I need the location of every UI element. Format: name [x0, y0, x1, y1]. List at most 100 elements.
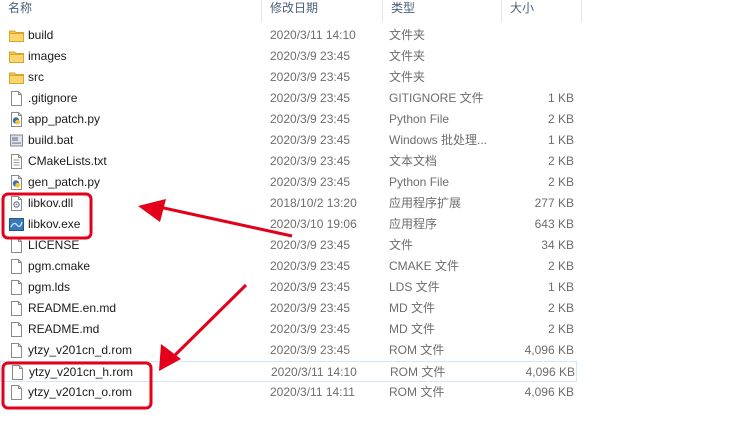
- file-name: CMakeLists.txt: [28, 154, 107, 168]
- file-type: Python File: [389, 175, 450, 189]
- file-type: CMAKE 文件: [389, 259, 460, 273]
- folder-icon: [9, 51, 24, 63]
- file-type: 应用程序: [389, 217, 438, 231]
- file-row[interactable]: CMakeLists.txt 2020/3/9 23:45 文本文档 2 KB: [0, 151, 577, 172]
- file-size: 2 KB: [547, 322, 574, 336]
- file-date-modified: 2020/3/9 23:45: [270, 91, 351, 105]
- file-name: README.en.md: [28, 301, 117, 315]
- file-row[interactable]: README.md 2020/3/9 23:45 MD 文件 2 KB: [0, 319, 577, 340]
- file-type: 文件: [389, 238, 414, 252]
- batch-file-icon: [10, 134, 23, 147]
- file-date-modified: 2020/3/9 23:45: [270, 49, 351, 63]
- column-header-size[interactable]: 大小: [502, 0, 580, 22]
- file-row[interactable]: LICENSE 2020/3/9 23:45 文件 34 KB: [0, 235, 577, 256]
- file-name: ytzy_v201cn_o.rom: [28, 385, 133, 399]
- folder-icon: [9, 30, 24, 42]
- file-date-modified: 2020/3/9 23:45: [270, 154, 351, 168]
- file-name: LICENSE: [28, 238, 80, 252]
- file-row[interactable]: src 2020/3/9 23:45 文件夹: [0, 67, 577, 88]
- file-name: build.bat: [28, 133, 74, 147]
- file-icon: [11, 385, 22, 400]
- file-size: 2 KB: [547, 112, 574, 126]
- file-type: ROM 文件: [389, 343, 445, 357]
- file-size: 277 KB: [534, 196, 574, 210]
- file-row[interactable]: pgm.cmake 2020/3/9 23:45 CMAKE 文件 2 KB: [0, 256, 577, 277]
- text-file-icon: [11, 154, 22, 169]
- file-row[interactable]: build.bat 2020/3/9 23:45 Windows 批处理... 1 K…: [0, 130, 577, 151]
- file-icon: [11, 238, 22, 253]
- file-row[interactable]: build 2020/3/11 14:10 文件夹: [0, 25, 577, 46]
- file-row[interactable]: app_patch.py 2020/3/9 23:45 Python File 2 K…: [0, 109, 577, 130]
- file-row[interactable]: .gitignore 2020/3/9 23:45 GITIGNORE 文件 1 KB: [0, 88, 577, 109]
- file-size: 2 KB: [547, 259, 574, 273]
- file-date-modified: 2020/3/9 23:45: [270, 175, 351, 189]
- file-size: 2 KB: [547, 154, 574, 168]
- file-icon: [12, 365, 23, 380]
- file-icon: [11, 322, 22, 337]
- file-date-modified: 2020/3/9 23:45: [270, 301, 351, 315]
- column-header-bar: 名称 修改日期 类型 大小: [0, 0, 582, 22]
- column-header-name[interactable]: 名称: [0, 0, 258, 22]
- python-file-icon: [11, 112, 22, 127]
- file-size: [505, 67, 574, 88]
- file-row[interactable]: images 2020/3/9 23:45 文件夹: [0, 46, 577, 67]
- column-divider[interactable]: [581, 0, 582, 22]
- file-row[interactable]: libkov.exe 2020/3/10 19:06 应用程序 643 KB: [0, 214, 577, 235]
- file-date-modified: 2020/3/10 19:06: [270, 217, 357, 231]
- python-file-icon: [11, 175, 22, 190]
- file-name: libkov.dll: [28, 196, 74, 210]
- folder-icon: [9, 72, 24, 84]
- file-type: Python File: [389, 112, 450, 126]
- file-row[interactable]: ytzy_v201cn_h.rom 2020/3/11 14:10 ROM 文件 4,…: [0, 361, 577, 382]
- file-date-modified: 2020/3/9 23:45: [270, 112, 351, 126]
- file-type: 应用程序扩展: [389, 196, 462, 210]
- file-date-modified: 2020/3/9 23:45: [270, 70, 351, 84]
- file-name: pgm.cmake: [28, 259, 91, 273]
- file-name: build: [28, 28, 54, 42]
- file-name: ytzy_v201cn_h.rom: [29, 365, 134, 379]
- file-name: gen_patch.py: [28, 175, 101, 189]
- file-size: [505, 25, 574, 46]
- file-icon: [11, 280, 22, 295]
- column-header-date[interactable]: 修改日期: [262, 0, 382, 22]
- file-icon: [11, 91, 22, 106]
- file-type: MD 文件: [389, 301, 435, 315]
- file-name: .gitignore: [28, 91, 78, 105]
- file-date-modified: 2020/3/11 14:11: [270, 385, 355, 399]
- file-size: 2 KB: [547, 301, 574, 315]
- file-size: [505, 46, 574, 67]
- file-size: 4,096 KB: [524, 385, 574, 399]
- file-type: ROM 文件: [389, 385, 445, 399]
- file-size: 34 KB: [541, 238, 574, 252]
- file-size: 1 KB: [547, 91, 574, 105]
- file-date-modified: 2020/3/9 23:45: [270, 280, 351, 294]
- file-row[interactable]: gen_patch.py 2020/3/9 23:45 Python File 2 K…: [0, 172, 577, 193]
- file-date-modified: 2020/3/9 23:45: [270, 343, 351, 357]
- file-row[interactable]: ytzy_v201cn_d.rom 2020/3/9 23:45 ROM 文件 4,0…: [0, 340, 577, 361]
- file-name: app_patch.py: [28, 112, 101, 126]
- file-row[interactable]: README.en.md 2020/3/9 23:45 MD 文件 2 KB: [0, 298, 577, 319]
- file-icon: [11, 259, 22, 274]
- file-icon: [11, 301, 22, 316]
- file-size: 643 KB: [534, 217, 574, 231]
- file-name: images: [28, 49, 67, 63]
- file-name: README.md: [28, 322, 100, 336]
- file-name: libkov.exe: [28, 217, 81, 231]
- file-type: 文件夹: [389, 70, 426, 84]
- exe-file-icon: [9, 218, 24, 231]
- dll-file-icon: [11, 196, 22, 211]
- file-size: 4,096 KB: [525, 365, 575, 379]
- file-row[interactable]: libkov.dll 2018/10/2 13:20 应用程序扩展 277 KB: [0, 193, 577, 214]
- file-row[interactable]: pgm.lds 2020/3/9 23:45 LDS 文件 1 KB: [0, 277, 577, 298]
- column-header-type[interactable]: 类型: [383, 0, 501, 22]
- file-date-modified: 2020/3/9 23:45: [270, 322, 351, 336]
- file-size: 4,096 KB: [524, 343, 574, 357]
- file-date-modified: 2020/3/11 14:10: [270, 28, 356, 42]
- file-type: 文本文档: [389, 154, 438, 168]
- file-name: pgm.lds: [28, 280, 71, 294]
- file-date-modified: 2020/3/9 23:45: [270, 133, 351, 147]
- file-date-modified: 2018/10/2 13:20: [270, 196, 357, 210]
- file-row[interactable]: ytzy_v201cn_o.rom 2020/3/11 14:11 ROM 文件 4,…: [0, 382, 577, 403]
- file-type: 文件夹: [389, 49, 426, 63]
- file-type: ROM 文件: [390, 365, 446, 379]
